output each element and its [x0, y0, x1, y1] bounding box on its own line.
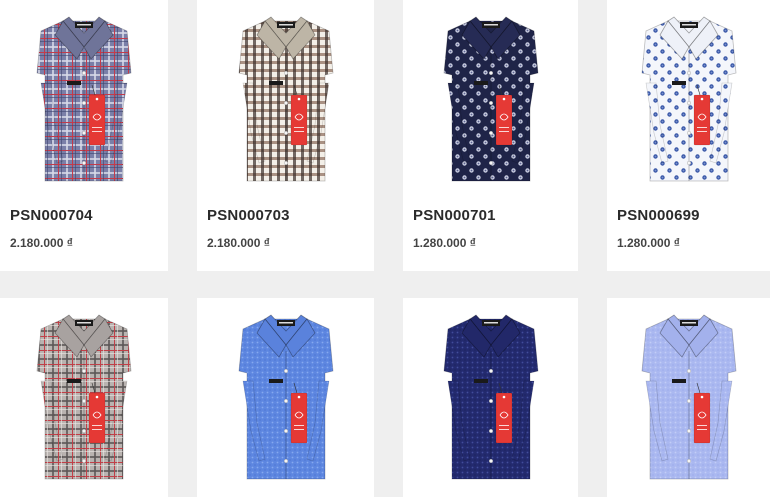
product-price: 2.180.000 ₫ [10, 236, 73, 250]
shirt-image [238, 314, 333, 480]
shirt-image [238, 16, 333, 182]
product-card[interactable] [0, 298, 168, 497]
product-price: 1.280.000 ₫ [413, 236, 476, 250]
product-image-link[interactable] [607, 8, 770, 190]
product-card[interactable]: PSN000703 2.180.000 ₫ [197, 0, 374, 271]
product-image-link[interactable] [403, 306, 578, 488]
product-price: 1.280.000 ₫ [617, 236, 680, 250]
product-card[interactable]: PSN000704 2.180.000 ₫ [0, 0, 168, 271]
product-name-link[interactable]: PSN000704 [10, 207, 93, 224]
product-image-link[interactable] [0, 8, 168, 190]
product-card[interactable] [607, 298, 770, 497]
shirt-image [443, 314, 538, 480]
product-image-link[interactable] [0, 306, 168, 488]
product-card[interactable]: PSN000699 1.280.000 ₫ [607, 0, 770, 271]
shirt-image [641, 314, 736, 480]
shirt-image [36, 314, 132, 480]
product-card[interactable]: PSN000701 1.280.000 ₫ [403, 0, 578, 271]
shirt-image [36, 16, 132, 182]
product-price: 2.180.000 ₫ [207, 236, 270, 250]
product-card[interactable] [403, 298, 578, 497]
product-image-link[interactable] [607, 306, 770, 488]
product-grid: PSN000704 2.180.000 ₫ PSN000703 2.180.00… [0, 0, 770, 497]
shirt-image [641, 16, 736, 182]
product-image-link[interactable] [197, 8, 374, 190]
product-name-link[interactable]: PSN000701 [413, 207, 496, 224]
shirt-image [443, 16, 538, 182]
product-name-link[interactable]: PSN000699 [617, 207, 700, 224]
product-image-link[interactable] [197, 306, 374, 488]
product-card[interactable] [197, 298, 374, 497]
product-name-link[interactable]: PSN000703 [207, 207, 290, 224]
product-image-link[interactable] [403, 8, 578, 190]
